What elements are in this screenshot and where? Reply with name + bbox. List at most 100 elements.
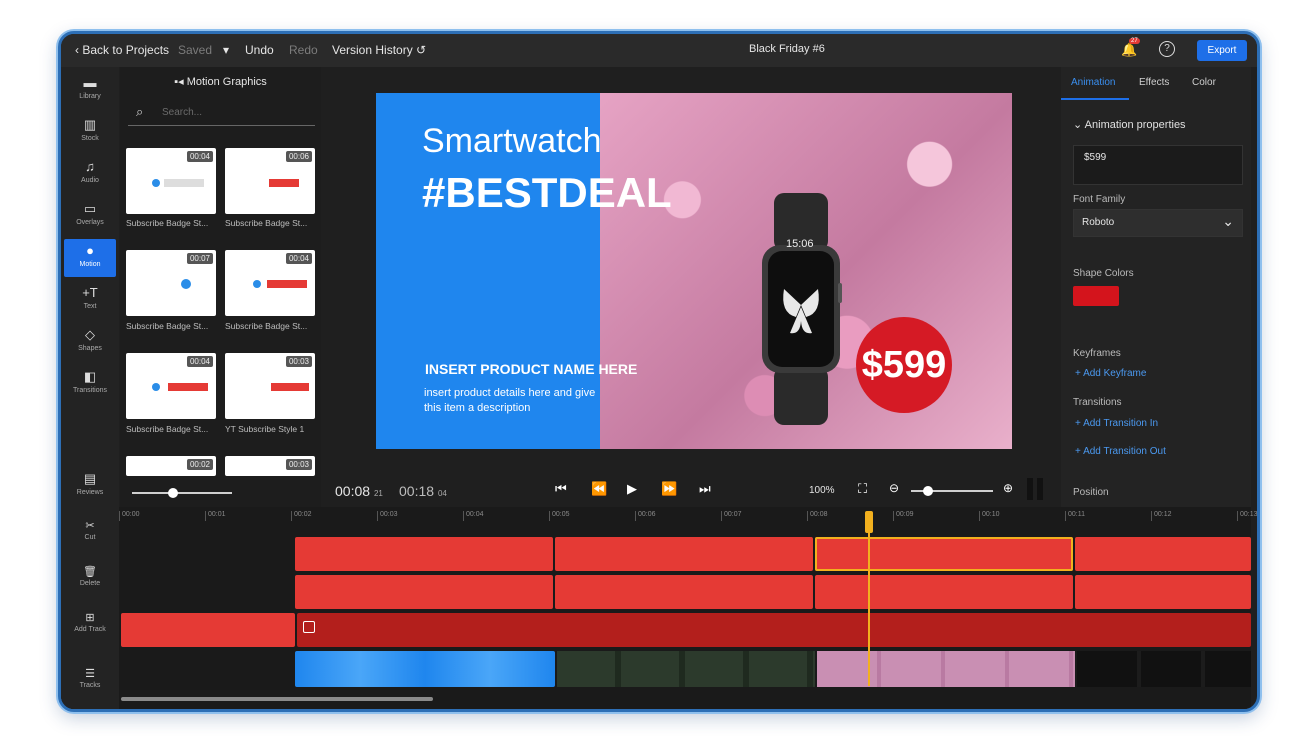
motion-thumb[interactable]: 00:02: [126, 456, 216, 476]
timeline-clip[interactable]: [1075, 537, 1251, 571]
video-clip-drones[interactable]: [557, 651, 815, 687]
text-icon: +T: [82, 285, 98, 300]
skip-start-button[interactable]: ⏮: [555, 481, 567, 497]
shape-color-swatch[interactable]: [1073, 286, 1119, 306]
total-time-value: 00:18: [399, 483, 435, 499]
duration-badge: 00:03: [285, 459, 312, 470]
time-ruler[interactable]: 00:00 00:01 00:02 00:03 00:04 00:05 00:0…: [119, 507, 1257, 525]
zoom-out-icon[interactable]: ⊖: [889, 481, 899, 495]
back-to-projects-link[interactable]: ‹ Back to Projects: [75, 43, 169, 57]
product-details-line2[interactable]: this item a description: [424, 402, 530, 414]
shape-colors-label: Shape Colors: [1073, 268, 1134, 279]
project-title: Black Friday #6: [749, 43, 825, 55]
rail-label: Overlays: [76, 219, 104, 226]
rail-shapes[interactable]: ◇ Shapes: [64, 323, 116, 361]
playhead[interactable]: [868, 511, 870, 686]
ruler-tick: 00:00: [119, 511, 140, 521]
rail-reviews[interactable]: ▤ Reviews: [64, 467, 116, 505]
editor-window: ‹ Back to Projects Saved ▾ Undo Redo Ver…: [58, 31, 1260, 712]
search-icon: ⌕: [136, 104, 144, 119]
timeline: ✂ Cut 🗑 Delete ⊞ Add Track ☰ Tracks 00:00 00…: [61, 507, 1257, 709]
fullscreen-icon[interactable]: ⛶: [858, 481, 867, 497]
skip-end-button[interactable]: ⏭: [699, 481, 711, 497]
motion-thumb[interactable]: 00:04: [126, 148, 216, 214]
play-button[interactable]: ▶: [627, 481, 637, 497]
timeline-scrollbar[interactable]: [121, 697, 433, 701]
motion-thumb[interactable]: 00:07: [126, 250, 216, 316]
add-transition-in-link[interactable]: + Add Transition In: [1075, 418, 1158, 429]
tab-color[interactable]: Color: [1192, 77, 1216, 88]
motion-thumb[interactable]: 00:04: [126, 353, 216, 419]
tab-effects[interactable]: Effects: [1139, 77, 1169, 88]
undo-button[interactable]: Undo: [245, 43, 274, 57]
timeline-clip[interactable]: [295, 575, 553, 609]
motion-thumb[interactable]: 00:03: [225, 353, 315, 419]
section-title: Animation properties: [1084, 119, 1186, 131]
timeline-clip[interactable]: [555, 575, 813, 609]
help-icon[interactable]: ?: [1159, 41, 1175, 57]
thumb-label: Subscribe Badge St...: [225, 218, 308, 228]
price-badge[interactable]: $599: [856, 317, 952, 413]
current-time: 00:08 21: [335, 483, 383, 499]
ruler-tick: 00:09: [893, 511, 914, 521]
preview-canvas[interactable]: Smartwatch #BESTDEAL INSERT PRODUCT NAME…: [376, 93, 1012, 449]
rail-motion[interactable]: ● Motion: [64, 239, 116, 277]
product-name-text[interactable]: INSERT PRODUCT NAME HERE: [425, 361, 637, 377]
product-details-line1[interactable]: insert product details here and give: [424, 387, 595, 399]
add-transition-out-link[interactable]: + Add Transition Out: [1075, 446, 1166, 457]
motion-thumb[interactable]: 00:04: [225, 250, 315, 316]
tab-animation[interactable]: Animation: [1071, 77, 1115, 88]
timeline-clip[interactable]: [1075, 575, 1251, 609]
video-clip-flowers[interactable]: [817, 651, 1075, 687]
motion-thumb[interactable]: 00:06: [225, 148, 315, 214]
video-clip-dark[interactable]: [1077, 651, 1251, 687]
total-frame: 04: [437, 489, 447, 498]
search-placeholder: Search...: [162, 107, 203, 118]
text-value-field[interactable]: $599: [1073, 145, 1243, 185]
add-track-button[interactable]: ⊞ Add Track: [63, 611, 117, 633]
cut-button[interactable]: ✂ Cut: [63, 519, 117, 541]
search-input[interactable]: ⌕ Search...: [128, 101, 315, 126]
shape-track-clip[interactable]: [297, 613, 1251, 647]
zoom-in-icon[interactable]: ⊕: [1003, 481, 1013, 495]
version-history-button[interactable]: Version History ↺: [332, 43, 426, 57]
rail-library[interactable]: ▬ Library: [64, 71, 116, 109]
rail-text[interactable]: +T Text: [64, 281, 116, 319]
headline-text[interactable]: Smartwatch: [422, 122, 602, 161]
save-dropdown-icon[interactable]: ▾: [223, 43, 229, 57]
bell-icon[interactable]: 🔔: [1121, 42, 1137, 58]
rail-label: Audio: [81, 177, 99, 184]
duration-badge: 00:04: [186, 356, 213, 367]
add-keyframe-link[interactable]: + Add Keyframe: [1075, 368, 1146, 379]
hashtag-text[interactable]: #BESTDEAL: [422, 169, 672, 217]
timeline-clip[interactable]: [121, 613, 295, 647]
thumb-label: Subscribe Badge St...: [225, 321, 308, 331]
fast-forward-button[interactable]: ⏩: [661, 481, 677, 497]
font-family-label: Font Family: [1073, 194, 1126, 205]
animation-properties-header[interactable]: ⌄ Animation properties: [1073, 118, 1186, 131]
badge-bar: [269, 179, 299, 187]
zoom-level[interactable]: 100%: [809, 485, 835, 496]
timeline-clip[interactable]: [295, 537, 553, 571]
total-time: 00:18 04: [399, 483, 447, 499]
thumb-size-slider[interactable]: [132, 492, 232, 494]
font-family-select[interactable]: Roboto ⌄: [1073, 209, 1243, 237]
motion-thumb[interactable]: 00:03: [225, 456, 315, 476]
export-button[interactable]: Export: [1197, 40, 1247, 61]
rail-label: Transitions: [73, 387, 107, 394]
zoom-slider-knob[interactable]: [923, 486, 933, 496]
thumb-size-slider-knob[interactable]: [168, 488, 178, 498]
rewind-button[interactable]: ⏪: [591, 481, 607, 497]
timeline-clip[interactable]: [815, 575, 1073, 609]
redo-button[interactable]: Redo: [289, 43, 318, 57]
tracks-button[interactable]: ☰ Tracks: [63, 667, 117, 689]
rail-overlays[interactable]: ▭ Overlays: [64, 197, 116, 235]
rail-audio[interactable]: ♫ Audio: [64, 155, 116, 193]
timeline-clip[interactable]: [555, 537, 813, 571]
delete-button[interactable]: 🗑 Delete: [63, 565, 117, 587]
video-clip-phones[interactable]: [295, 651, 555, 687]
duration-badge: 00:06: [285, 151, 312, 162]
rail-transitions[interactable]: ◧ Transitions: [64, 365, 116, 403]
rail-stock[interactable]: ▥ Stock: [64, 113, 116, 151]
selected-timeline-clip[interactable]: [815, 537, 1073, 571]
